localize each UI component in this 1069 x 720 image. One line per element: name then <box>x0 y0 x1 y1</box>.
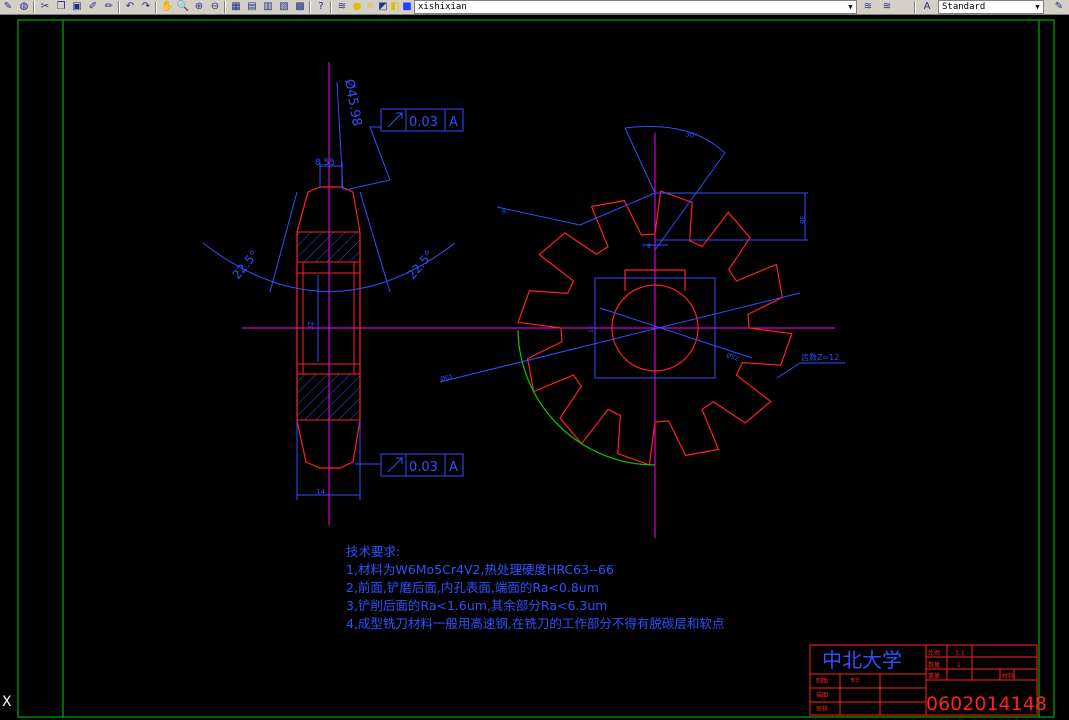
green-arc <box>517 329 656 466</box>
calc-icon[interactable]: ▩ <box>293 1 307 13</box>
diameter-line <box>439 292 801 383</box>
side-view: 32 8.55 Ø45.98 0.03 A 0.03 A 22.5° 22.5° <box>202 62 835 525</box>
dim-bore-text: 32 <box>307 321 315 330</box>
text-style-icon[interactable]: A <box>920 1 934 13</box>
qty-label: 数量 <box>928 661 940 669</box>
tool-palette-icon[interactable]: ▥ <box>261 1 275 13</box>
text-style-dropdown[interactable]: Standard ▼ <box>938 0 1044 14</box>
dim-key-width-text: 8 <box>647 243 651 250</box>
qty-value: 1 <box>957 662 961 669</box>
drawn-label: 制图 <box>816 677 828 685</box>
zoom-realtime-icon[interactable]: 🔍 <box>176 1 190 13</box>
tolerance-top-value: 0.03 <box>409 115 438 130</box>
undo-icon[interactable]: ↶ <box>123 1 137 13</box>
earth-icon[interactable]: ◍ <box>17 1 31 13</box>
dim-angle-circle-text: 30° <box>685 130 699 140</box>
dim-bottom-width-text: 14 <box>316 488 325 496</box>
runout-icon <box>387 112 403 128</box>
help-icon[interactable]: ? <box>314 1 328 13</box>
dim-bore-small-text: 16 <box>588 325 595 333</box>
hatch-top <box>296 231 361 263</box>
redo-icon[interactable]: ↷ <box>139 1 153 13</box>
dim-diameter-text: Ø45.98 <box>341 78 364 127</box>
school-name: 中北大学 <box>822 648 902 672</box>
drawn-name: 李华 <box>850 677 860 684</box>
paste-icon[interactable]: ▣ <box>70 1 84 13</box>
pen-icon[interactable]: ✏ <box>102 1 116 13</box>
notes-line-2: 2,前面,铲磨后面,内孔表面,端面的Ra<0.8um <box>346 580 599 595</box>
chevron-down-icon[interactable]: ▼ <box>1032 1 1043 13</box>
dim-angle-right-text: 22.5° <box>405 248 437 282</box>
copy-icon[interactable]: ❐ <box>54 1 68 13</box>
drawing-number: 0602014148 <box>926 693 1047 715</box>
scale-label: 比例 <box>928 649 940 657</box>
layer-previous-icon[interactable]: ≋ <box>861 1 875 13</box>
cad-toolbar: ✎ ◍ ✂ ❐ ▣ ✐ ✏ ↶ ↷ ✋ 🔍 ⊕ ⊖ ▦ ▤ ▥ ▧ ▩ ? ≋ … <box>0 0 1069 15</box>
dim-angle-left-text: 22.5° <box>230 248 262 282</box>
material-label: 材料 <box>1002 672 1014 680</box>
cut-icon[interactable]: ✂ <box>38 1 52 13</box>
notes-title: 技术要求: <box>346 544 401 559</box>
color-swatch-icon: ■ <box>402 1 412 12</box>
tolerance-bottom-value: 0.03 <box>409 460 438 475</box>
dim-inner-circle-text: Ø32 <box>725 352 739 363</box>
notes-line-4: 4,成型铣刀材料一般用高速钢,在铣刀的工作部分不得有脱碳层和软点 <box>346 616 725 631</box>
hatch-bottom <box>296 373 361 421</box>
zoom-window-icon[interactable]: ⊕ <box>192 1 206 13</box>
ucs-axis-icon: X <box>2 694 12 710</box>
edit-icon[interactable]: ✎ <box>1052 1 1066 13</box>
front-view: 36 R 30° 8 Ø65 Ø32 16 齿数Z=12 <box>439 125 845 538</box>
layer-manager-icon[interactable]: ≋ <box>335 1 349 13</box>
teeth-note-text: 齿数Z=12 <box>801 352 839 362</box>
tolerance-top-datum: A <box>449 115 458 130</box>
tolerance-bottom-datum: A <box>449 460 458 475</box>
notes-line-3: 3,铲削后面的Ra<1.6um,其余部分Ra<6.3um <box>346 598 608 613</box>
chevron-down-icon[interactable]: ▼ <box>845 1 856 13</box>
properties-icon[interactable]: ▦ <box>229 1 243 13</box>
design-center-icon[interactable]: ▤ <box>245 1 259 13</box>
scale-value: 3:1 <box>955 650 965 657</box>
sun-icon[interactable]: ☼ <box>363 1 377 13</box>
markup-icon[interactable]: ▧ <box>277 1 291 13</box>
runout-icon <box>387 457 403 473</box>
dim-radial-text: R <box>502 209 506 216</box>
notes-line-1: 1,材料为W6Mo5Cr4V2,热处理硬度HRC63--66 <box>346 562 614 577</box>
ucs-label: X <box>2 694 12 710</box>
dim-outer-text: Ø65 <box>440 373 454 383</box>
dim-width-top-text: 8.55 <box>315 158 335 168</box>
dim-key-height-text: 36 <box>798 215 806 224</box>
review-label: 审核 <box>816 705 828 713</box>
open-icon[interactable]: ✎ <box>1 1 15 13</box>
pan-icon[interactable]: ✋ <box>160 1 174 13</box>
brush-icon[interactable]: ✐ <box>86 1 100 13</box>
technical-requirements: 技术要求: 1,材料为W6Mo5Cr4V2,热处理硬度HRC63--66 2,前… <box>346 543 724 633</box>
layer-states-icon[interactable]: ≋ <box>880 1 894 13</box>
design-label: 描图 <box>816 691 828 699</box>
weight-label: 重量 <box>928 672 940 680</box>
bulb-icon[interactable]: ● <box>350 1 364 13</box>
layer-name: xishixian <box>418 2 467 12</box>
text-style-name: Standard <box>942 2 986 12</box>
zoom-previous-icon[interactable]: ⊖ <box>208 1 222 13</box>
layer-dropdown[interactable]: xishixian ▼ <box>414 0 857 14</box>
